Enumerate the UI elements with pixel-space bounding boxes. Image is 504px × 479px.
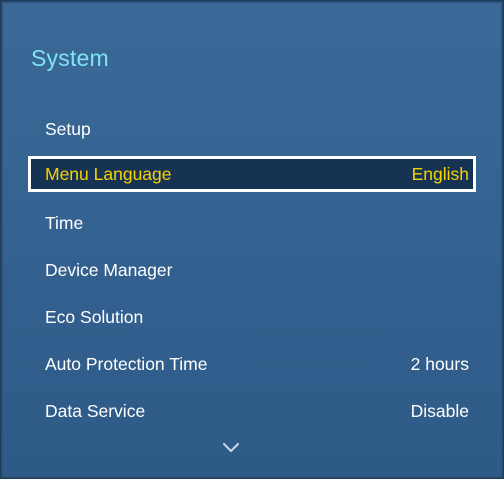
- menu-item-label: Setup: [45, 119, 91, 139]
- chevron-down-icon[interactable]: [223, 443, 239, 453]
- system-menu-panel: System Setup Menu Language English Time …: [3, 3, 501, 476]
- menu-item-setup[interactable]: Setup: [31, 114, 473, 144]
- menu-item-value: Disable: [410, 401, 469, 421]
- system-menu-window: System Setup Menu Language English Time …: [0, 0, 504, 479]
- menu-item-value: English: [411, 164, 469, 184]
- menu-item-device-manager[interactable]: Device Manager: [31, 255, 473, 285]
- menu-item-value: 2 hours: [410, 354, 469, 374]
- menu-item-menu-language[interactable]: Menu Language English: [28, 156, 476, 192]
- menu-item-data-service[interactable]: Data Service Disable: [31, 396, 473, 426]
- menu-item-eco-solution[interactable]: Eco Solution: [31, 302, 473, 332]
- page-title: System: [31, 45, 109, 71]
- menu-item-label: Device Manager: [45, 260, 173, 280]
- menu-item-time[interactable]: Time: [31, 208, 473, 238]
- menu-item-label: Time: [45, 213, 84, 233]
- menu-item-auto-protection-time[interactable]: Auto Protection Time 2 hours: [31, 349, 473, 379]
- menu-item-label: Auto Protection Time: [45, 354, 208, 374]
- menu-item-label: Menu Language: [45, 164, 172, 184]
- menu-item-label: Data Service: [45, 401, 146, 421]
- menu-item-label: Eco Solution: [45, 307, 144, 327]
